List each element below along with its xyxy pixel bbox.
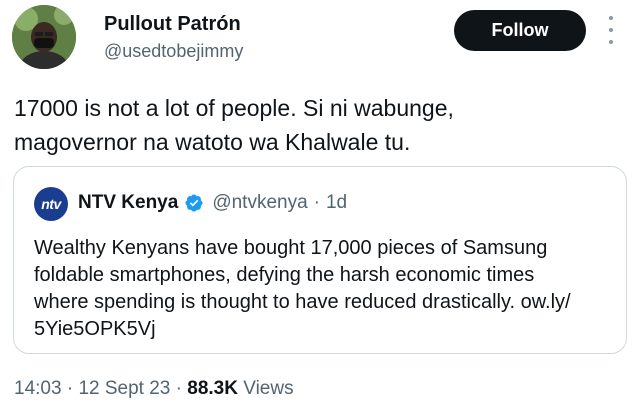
tweet-meta: 14:03 · 12 Sept 23 · 88.3K Views: [14, 378, 294, 400]
avatar-image: [12, 5, 76, 69]
quote-timestamp[interactable]: 1d: [326, 192, 347, 214]
more-dot: [609, 16, 613, 20]
author-name[interactable]: Pullout Patrón: [104, 13, 241, 36]
verified-badge-icon: [184, 193, 204, 213]
tweet: Pullout Patrón @usedtobejimmy Follow 170…: [0, 0, 638, 409]
tweet-time[interactable]: 14:03: [14, 378, 62, 399]
tweet-text-line: 17000 is not a lot of people. Si ni wabu…: [14, 95, 454, 121]
tweet-text: 17000 is not a lot of people. Si ni wabu…: [14, 91, 614, 159]
more-dot: [609, 40, 613, 44]
tweet-date[interactable]: 12 Sept 23: [78, 378, 170, 399]
quote-separator: ·: [313, 192, 320, 213]
quote-text-line: where spending is thought to have reduce…: [34, 291, 571, 313]
quote-avatar[interactable]: ntv: [34, 187, 68, 221]
quote-author-handle[interactable]: @ntvkenya: [212, 192, 307, 214]
more-vertical-icon[interactable]: [604, 16, 618, 44]
quote-text-line: Wealthy Kenyans have bought 17,000 piece…: [34, 237, 548, 259]
author-handle[interactable]: @usedtobejimmy: [104, 41, 243, 62]
quote-text-line: 5Yie5OPK5Vj: [34, 318, 156, 340]
follow-button[interactable]: Follow: [454, 10, 586, 51]
quote-text-line: foldable smartphones, defying the harsh …: [34, 264, 535, 286]
meta-separator: ·: [66, 378, 74, 399]
quote-text: Wealthy Kenyans have bought 17,000 piece…: [34, 235, 614, 343]
quote-avatar-logo: ntv: [41, 196, 61, 212]
views-count: 88.3K: [187, 378, 238, 399]
quote-author-name[interactable]: NTV Kenya: [78, 192, 178, 214]
quote-header: NTV Kenya @ntvkenya · 1d: [78, 192, 347, 214]
author-avatar[interactable]: [12, 5, 76, 69]
views-label: Views: [243, 378, 294, 399]
more-dot: [609, 28, 613, 32]
meta-separator: ·: [175, 378, 182, 399]
quoted-tweet-card[interactable]: ntv NTV Kenya @ntvkenya · 1d Wealthy Ken…: [13, 166, 627, 354]
tweet-text-line: magovernor na watoto wa Khalwale tu.: [14, 129, 411, 155]
